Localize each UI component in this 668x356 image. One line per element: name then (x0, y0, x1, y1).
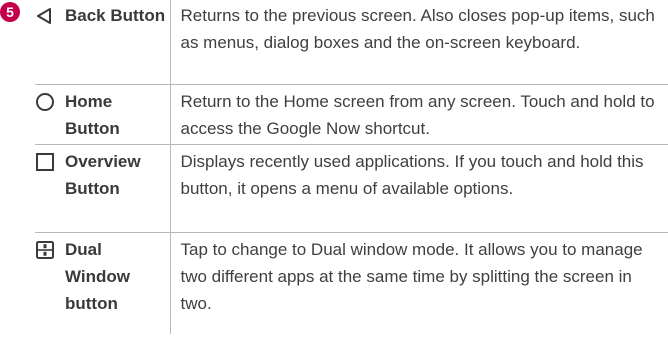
key-label: Overview Button (65, 152, 141, 198)
table-row: Dual Window button Tap to change to Dual… (35, 232, 668, 334)
home-circle-icon (35, 88, 57, 115)
key-cell: Home Button (35, 84, 171, 145)
step-number-badge: 5 (0, 2, 20, 22)
dual-window-icon (35, 236, 57, 263)
key-cell: Dual Window button (35, 232, 171, 334)
key-reference-table: Back Button Returns to the previous scre… (35, 0, 668, 334)
back-triangle-icon (35, 2, 57, 29)
key-description: Tap to change to Dual window mode. It al… (170, 232, 668, 334)
table-row: Back Button Returns to the previous scre… (35, 0, 668, 85)
table-row: Home Button Return to the Home screen fr… (35, 84, 668, 145)
key-cell: Overview Button (35, 144, 171, 233)
key-label: Dual Window button (65, 240, 130, 313)
overview-square-icon (35, 148, 57, 175)
key-label: Home Button (65, 92, 120, 138)
key-description: Return to the Home screen from any scree… (170, 84, 668, 145)
key-cell: Back Button (35, 0, 171, 85)
table-row: Overview Button Displays recently used a… (35, 144, 668, 233)
key-description: Displays recently used applications. If … (170, 144, 668, 233)
key-label: Back Button (65, 6, 166, 25)
key-description: Returns to the previous screen. Also clo… (180, 6, 655, 52)
